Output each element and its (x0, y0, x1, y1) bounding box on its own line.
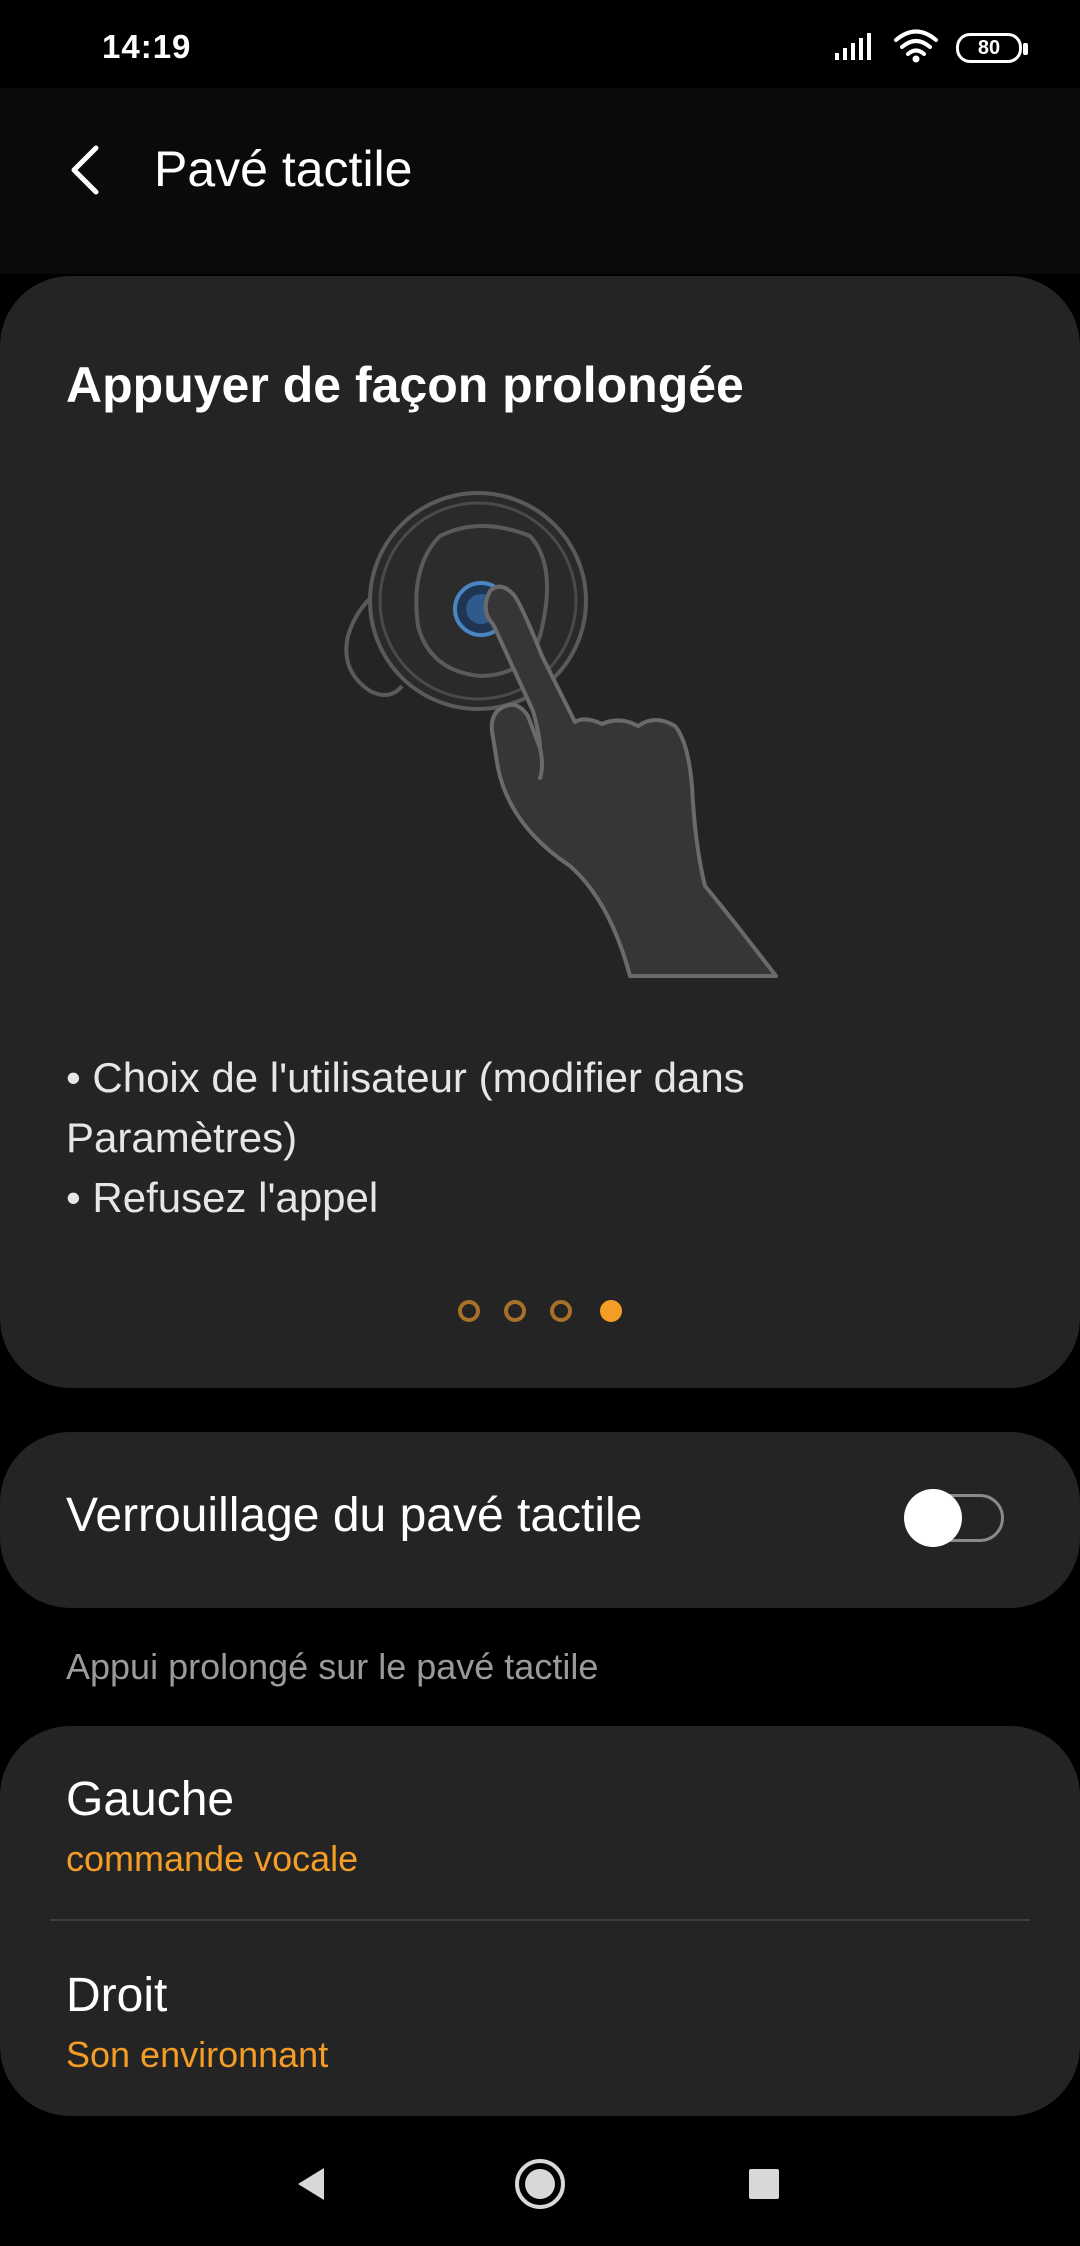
page-dot-4-active[interactable] (600, 1300, 622, 1322)
page-dot-3[interactable] (550, 1300, 572, 1322)
app-header: Pavé tactile (0, 88, 1080, 274)
tutorial-description: • Choix de l'utilisateur (modifier dans … (66, 1048, 966, 1228)
status-icons: 80 (834, 28, 1028, 68)
touchpad-lock-toggle[interactable] (904, 1488, 1004, 1548)
section-heading: Appui prolongé sur le pavé tactile (66, 1646, 599, 1687)
divider (50, 1919, 1030, 1921)
status-bar: 14:19 80 (0, 0, 1080, 88)
option-left-title: Gauche (66, 1773, 235, 1826)
earbud-long-press-illustration (330, 486, 790, 996)
option-right-title: Droit (66, 1969, 168, 2022)
tutorial-title: Appuyer de façon prolongée (66, 357, 744, 413)
option-left[interactable]: Gauche commande vocale (0, 1726, 1080, 1922)
toggle-knob (904, 1489, 962, 1547)
description-line: • Choix de l'utilisateur (modifier dans … (66, 1054, 745, 1161)
option-right[interactable]: Droit Son environnant (0, 1922, 1080, 2118)
back-triangle-icon (292, 2164, 332, 2209)
page-title: Pavé tactile (154, 141, 413, 197)
signal-icon (834, 31, 876, 66)
page-indicator (0, 1300, 1080, 1322)
option-left-value: commande vocale (66, 1838, 359, 1879)
long-press-options-card: Gauche commande vocale Droit Son environ… (0, 1726, 1080, 2116)
wifi-icon (894, 29, 938, 68)
status-time: 14:19 (102, 28, 192, 65)
description-line: • Refusez l'appel (66, 1174, 379, 1221)
page-dot-1[interactable] (458, 1300, 480, 1322)
chevron-left-icon (68, 144, 104, 201)
touchpad-lock-label: Verrouillage du pavé tactile (66, 1489, 643, 1542)
back-button[interactable] (56, 132, 116, 212)
nav-back-button[interactable] (272, 2146, 352, 2226)
recents-square-icon (746, 2166, 782, 2207)
tutorial-card[interactable]: Appuyer de façon prolongée • Choix de l'… (0, 276, 1080, 1388)
touchpad-lock-row[interactable]: Verrouillage du pavé tactile (0, 1432, 1080, 1608)
nav-recents-button[interactable] (724, 2146, 804, 2226)
nav-home-button[interactable] (500, 2146, 580, 2226)
battery-icon: 80 (956, 33, 1028, 63)
navigation-bar (0, 2116, 1080, 2246)
page-dot-2[interactable] (504, 1300, 526, 1322)
option-right-value: Son environnant (66, 2034, 329, 2075)
home-circle-icon (513, 2157, 567, 2216)
